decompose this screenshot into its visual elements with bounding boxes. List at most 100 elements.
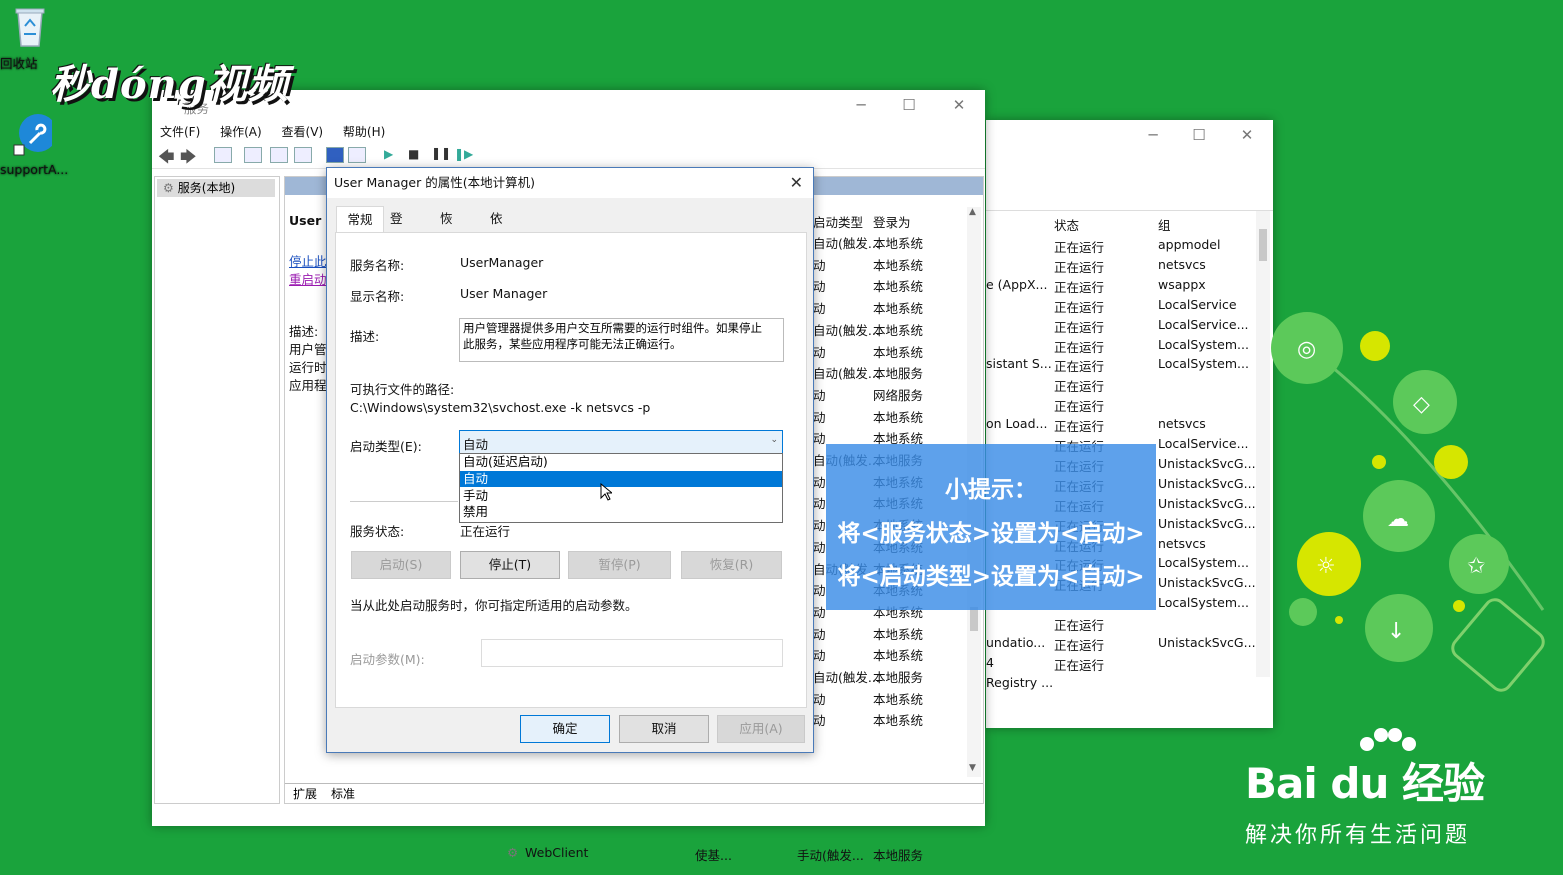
tip-overlay: 小提示： 将<服务状态>设置为<启动> 将<启动类型>设置为<自动>: [826, 444, 1156, 610]
play-icon[interactable]: ▶: [384, 147, 393, 161]
menu-help[interactable]: 帮助(H): [335, 120, 393, 143]
row-startup-type: 动: [813, 431, 826, 447]
row-group: UnistackSvcG...: [1158, 635, 1256, 650]
startup-type-dropdown: 自动(延迟启动) 自动 手动 禁用: [459, 453, 783, 523]
mouse-cursor-icon: [600, 483, 612, 501]
tab-general[interactable]: 常规: [336, 206, 384, 234]
column-header-logon-as[interactable]: 登录为: [873, 212, 911, 231]
row-name-fragment: on Load...: [986, 416, 1048, 432]
startup-option[interactable]: 禁用: [460, 504, 782, 521]
params-input[interactable]: [481, 639, 783, 667]
baidu-slogan: 解决你所有生活问题: [1245, 823, 1471, 848]
tip-line-2: 将<启动类型>设置为<自动>: [837, 564, 1145, 590]
row-startup-type: 动: [813, 257, 826, 273]
webclient-name[interactable]: WebClient: [525, 845, 588, 860]
params-label: 启动参数(M):: [350, 652, 425, 667]
apply-button[interactable]: 应用(A): [717, 715, 805, 743]
service-name-value: UserManager: [460, 255, 544, 270]
row-status: 正在运行: [1054, 259, 1105, 275]
tab-recovery[interactable]: 恢复: [440, 206, 453, 252]
tab-extended[interactable]: 扩展: [293, 785, 317, 802]
pause-button[interactable]: 暂停(P): [568, 551, 671, 579]
baidu-logo: Bai du 经验 解决你所有生活问题: [1245, 728, 1485, 849]
stop-service-link[interactable]: 停止此: [289, 251, 327, 270]
webclient-logon: 本地服务: [873, 848, 924, 863]
webclient-startup: 手动(触发...: [797, 848, 864, 863]
help-icon[interactable]: [326, 147, 344, 163]
row-startup-type: 动: [813, 301, 826, 317]
startup-option[interactable]: 自动(延迟启动): [460, 454, 782, 471]
ok-button[interactable]: 确定: [520, 715, 610, 743]
cancel-button[interactable]: 取消: [619, 715, 709, 743]
stop-icon[interactable]: ■: [408, 147, 419, 161]
support-shortcut[interactable]: supportA...: [0, 113, 68, 177]
description-box[interactable]: 用户管理器提供多用户交互所需要的运行时组件。如果停止此服务，某些应用程序可能无法…: [459, 318, 784, 362]
service-status-value: 正在运行: [460, 524, 511, 539]
menu-view[interactable]: 查看(V): [274, 120, 332, 143]
tab-standard[interactable]: 标准: [331, 785, 355, 802]
service-status-label: 服务状态:: [350, 524, 405, 539]
tree-pane: ⚙ 服务(本地): [154, 176, 280, 804]
properties-dialog: User Manager 的属性(本地计算机) ✕ 常规 登录 恢复 依存关系 …: [326, 167, 814, 753]
webclient-icon: ⚙: [507, 845, 519, 860]
row-startup-type: 动: [813, 496, 826, 512]
row-startup-type: 动: [813, 409, 826, 425]
row-name-fragment: sistant S...: [986, 356, 1052, 372]
menu-action[interactable]: 操作(A): [212, 120, 270, 143]
column-header-group[interactable]: 组: [1158, 215, 1171, 234]
tab-dependencies[interactable]: 依存关系: [490, 206, 503, 304]
row-logon-as: 本地服务: [873, 670, 924, 685]
bottom-tabs: 扩展 标准: [285, 783, 983, 802]
display-name-value: User Manager: [460, 286, 548, 301]
tree-item-services-local[interactable]: ⚙ 服务(本地): [157, 179, 275, 197]
resume-button[interactable]: 恢复(R): [681, 551, 782, 579]
dialog-title: User Manager 的属性(本地计算机): [327, 168, 813, 198]
export-icon[interactable]: [294, 147, 312, 163]
dialog-close-button[interactable]: ✕: [790, 173, 803, 192]
maximize-button[interactable]: ☐: [1176, 120, 1222, 150]
startup-option[interactable]: 手动: [460, 488, 782, 505]
tab-logon[interactable]: 登录: [390, 206, 403, 252]
row-startup-type: 动: [813, 518, 826, 534]
pause-icon[interactable]: ❚❚: [431, 146, 451, 160]
back-arrow-icon[interactable]: 🡄: [158, 146, 175, 173]
tip-title: 小提示：: [945, 477, 1037, 503]
column-header-startup-type[interactable]: 启动类型: [813, 212, 863, 231]
row-status: 正在运行: [1054, 299, 1105, 315]
stop-button[interactable]: 停止(T): [460, 551, 560, 579]
start-button[interactable]: 启动(S): [351, 551, 451, 579]
column-header-status[interactable]: 状态: [1054, 215, 1079, 234]
minimize-button[interactable]: ─: [1130, 120, 1176, 150]
console-tree-icon[interactable]: [214, 147, 232, 163]
forward-arrow-icon[interactable]: 🡆: [180, 146, 197, 173]
close-button[interactable]: ✕: [1224, 120, 1270, 150]
row-group: LocalSystem...: [1158, 595, 1249, 611]
row-startup-type: 动: [813, 626, 826, 642]
resume-icon[interactable]: ❚▶: [454, 147, 473, 161]
maximize-button[interactable]: ☐: [886, 90, 932, 120]
row-startup-type: 动: [813, 539, 826, 555]
row-status: 正在运行: [1054, 240, 1105, 255]
row-logon-as: 本地系统: [873, 301, 924, 317]
row-status: 正在运行: [1054, 618, 1105, 634]
startup-type-select[interactable]: 自动 ⌄: [459, 430, 783, 454]
menu-file[interactable]: 文件(F): [152, 120, 208, 143]
row-status: 正在运行: [1054, 339, 1105, 355]
restart-service-link[interactable]: 重启动: [289, 269, 327, 288]
refresh-icon[interactable]: [270, 147, 288, 163]
startup-option[interactable]: 自动: [460, 470, 782, 488]
desc-label: 描述:: [289, 324, 319, 339]
minimize-button[interactable]: ─: [838, 90, 884, 120]
view-icon[interactable]: [348, 147, 366, 163]
close-button[interactable]: ✕: [936, 90, 982, 120]
row-startup-type: 自动(触发...: [813, 236, 880, 251]
row-status: 正在运行: [1054, 359, 1105, 375]
startup-type-label: 启动类型(E):: [350, 439, 422, 454]
row-group: LocalSystem...: [1158, 555, 1249, 571]
row-logon-as: 网络服务: [873, 387, 924, 403]
row-group: netsvcs: [1158, 535, 1206, 551]
row-logon-as: 本地系统: [873, 344, 924, 360]
properties-icon[interactable]: [244, 147, 262, 163]
recycle-bin-shortcut[interactable]: 回收站: [0, 4, 60, 71]
tip-line-1: 将<服务状态>设置为<启动>: [837, 521, 1145, 547]
